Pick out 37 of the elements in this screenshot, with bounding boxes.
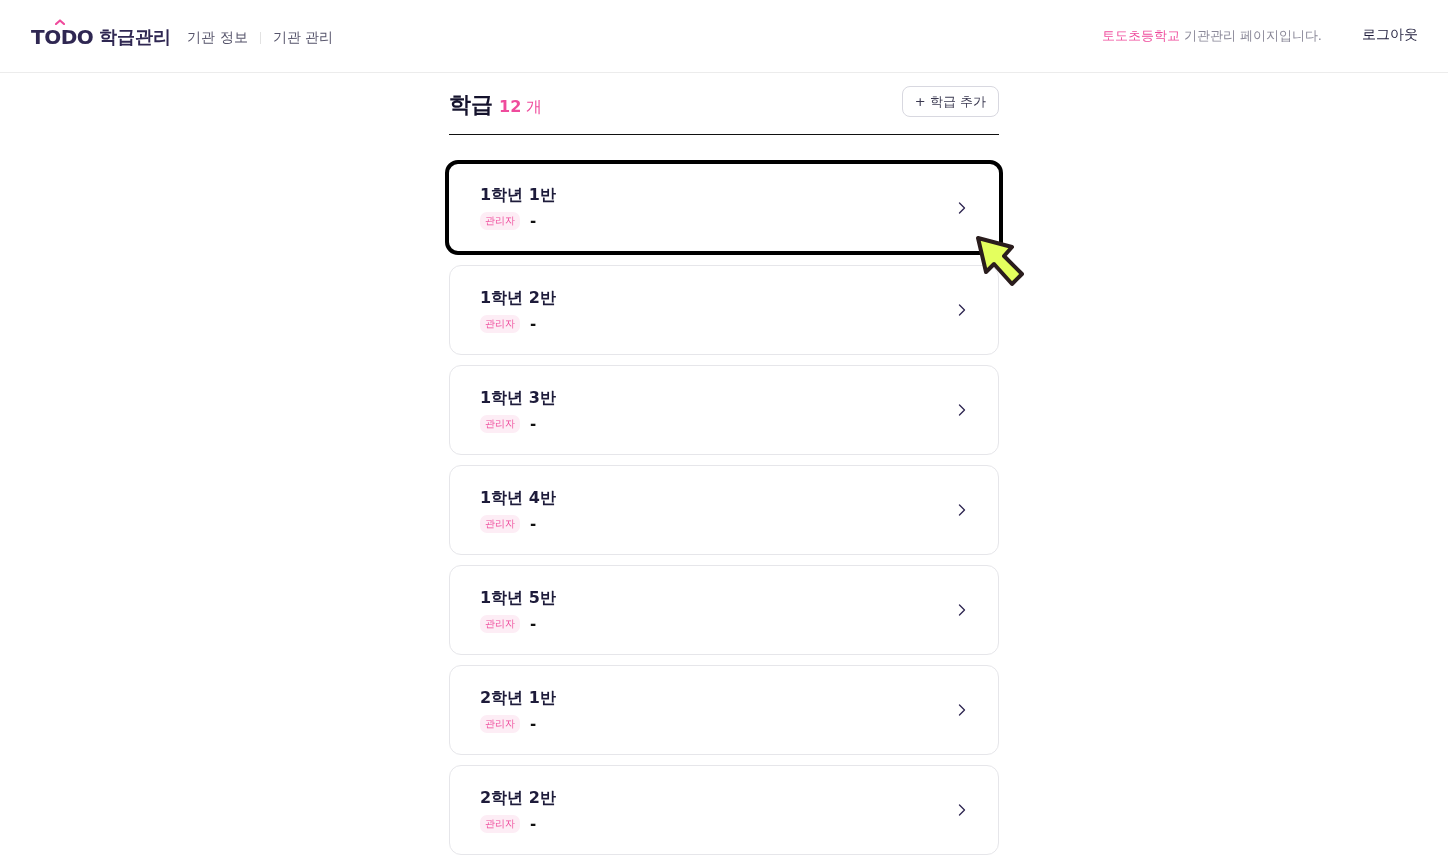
class-card[interactable]: 2학년 1반 관리자 - <box>449 665 999 755</box>
class-name: 2학년 2반 <box>480 787 556 809</box>
role-tag: 관리자 <box>480 814 520 833</box>
class-count: 12 개 <box>499 96 543 118</box>
welcome-message: 토도초등학교 기관관리 페이지입니다. <box>1101 27 1322 45</box>
nav-link[interactable]: 기관 관리 <box>272 29 334 47</box>
add-class-button[interactable]: + 학급 추가 <box>901 86 999 117</box>
manager-name: - <box>530 314 537 333</box>
manager-name: - <box>530 414 537 433</box>
class-card[interactable]: 2학년 2반 관리자 - <box>449 765 999 855</box>
class-card[interactable]: 1학년 2반 관리자 - <box>449 265 999 355</box>
manager-name: - <box>530 614 537 633</box>
manager-name: - <box>530 814 537 833</box>
role-tag: 관리자 <box>480 414 520 433</box>
nav-link[interactable]: 기관 정보 <box>187 29 248 47</box>
class-card[interactable]: 1학년 3반 관리자 - <box>449 365 999 455</box>
class-name: 1학년 5반 <box>480 587 556 609</box>
class-name: 1학년 4반 <box>480 487 556 509</box>
manager-name: - <box>530 212 537 230</box>
app-title: 학급관리 <box>99 25 172 49</box>
class-name: 1학년 1반 <box>480 185 556 206</box>
class-name: 1학년 2반 <box>480 287 556 309</box>
manager-name: - <box>530 714 537 733</box>
manager-name: - <box>530 514 537 533</box>
class-name: 2학년 1반 <box>480 687 556 709</box>
role-tag: 관리자 <box>480 714 520 733</box>
logout-link[interactable]: 로그아웃 <box>1362 26 1418 44</box>
role-tag: 관리자 <box>480 514 520 533</box>
class-card[interactable]: 1학년 5반 관리자 - <box>449 565 999 655</box>
caret-icon <box>55 19 65 25</box>
section-title: 학급 <box>449 90 493 119</box>
class-card[interactable]: 1학년 4반 관리자 - <box>449 465 999 555</box>
class-name: 1학년 3반 <box>480 387 556 409</box>
role-tag: 관리자 <box>480 212 520 230</box>
role-tag: 관리자 <box>480 314 520 333</box>
role-tag: 관리자 <box>480 614 520 633</box>
logo-wordmark: TODO <box>31 25 94 49</box>
